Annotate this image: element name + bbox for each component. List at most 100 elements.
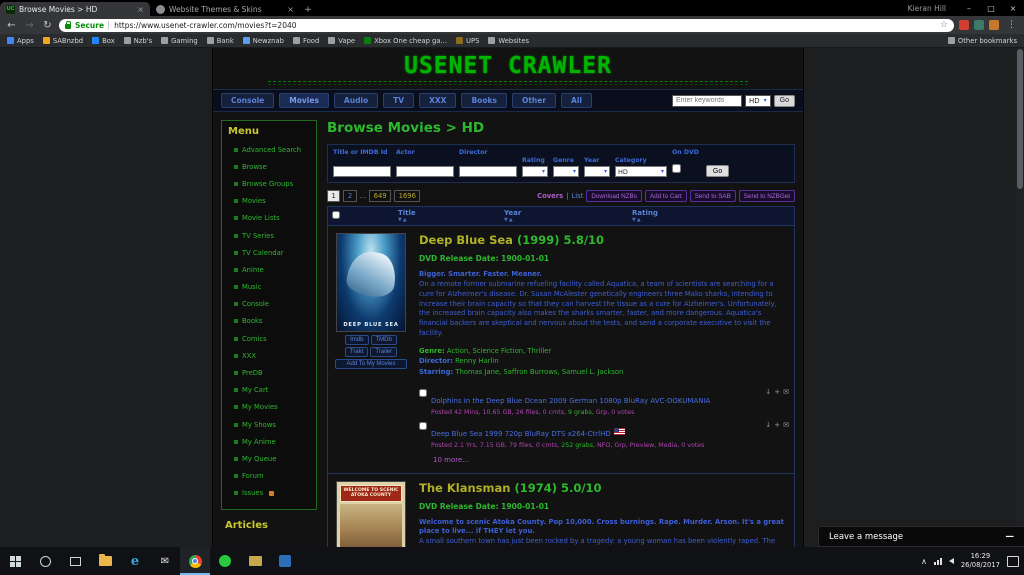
hidden-icons-chevron[interactable]: ∧ — [921, 557, 927, 566]
list-view-link[interactable]: List — [571, 192, 583, 200]
reload-icon[interactable]: ↻ — [41, 20, 54, 31]
green-circle-app-button[interactable] — [210, 547, 240, 575]
sidebar-item-books[interactable]: Books — [226, 313, 312, 330]
back-icon[interactable]: ← — [5, 20, 18, 31]
download-nzbs-button[interactable]: Download NZBs — [586, 190, 642, 202]
genre-select[interactable]: ▾ — [553, 166, 579, 177]
send-icon[interactable]: ✉ — [783, 421, 789, 429]
search-category-select[interactable]: HD ▾ — [744, 94, 771, 107]
page-total-button[interactable]: 1696 — [394, 190, 421, 202]
add-to-cart-button[interactable]: Add to Cart — [644, 190, 687, 202]
start-button[interactable] — [0, 547, 30, 575]
bookmark-websites[interactable]: Websites — [488, 37, 529, 45]
nav-other[interactable]: Other — [511, 93, 557, 108]
cortana-search-button[interactable] — [30, 547, 60, 575]
sidebar-item-my-shows[interactable]: My Shows — [226, 416, 312, 433]
volume-icon[interactable] — [948, 558, 954, 564]
maximize-button[interactable]: □ — [980, 0, 1002, 16]
sidebar-item-my-movies[interactable]: My Movies — [226, 399, 312, 416]
task-view-button[interactable] — [60, 547, 90, 575]
secure-label[interactable]: Secure — [75, 21, 104, 30]
tab-website-themes[interactable]: Website Themes & Skins × — [150, 2, 300, 16]
sidebar-item-my-queue[interactable]: My Queue — [226, 450, 312, 467]
sidebar-item-movie-lists[interactable]: Movie Lists — [226, 210, 312, 227]
nav-all[interactable]: All — [561, 93, 592, 108]
chat-minimize-icon[interactable]: — — [1006, 532, 1015, 542]
extension-icon[interactable] — [959, 20, 969, 30]
actor-input[interactable] — [396, 166, 454, 177]
url-text[interactable]: https://www.usenet-crawler.com/movies?t=… — [108, 20, 936, 30]
close-button[interactable]: × — [1002, 0, 1024, 16]
page-2-button[interactable]: 2 — [343, 190, 357, 202]
browser-menu-icon[interactable]: ⋮ — [1004, 20, 1019, 30]
sidebar-item-my-anime[interactable]: My Anime — [226, 433, 312, 450]
bookmark-apps[interactable]: Apps — [7, 37, 34, 45]
folder-app-button[interactable] — [240, 547, 270, 575]
movie-title-link[interactable]: Deep Blue Sea — [419, 233, 513, 247]
bookmark-sabnzbd[interactable]: SABnzbd — [42, 37, 83, 45]
send-to-sab-button[interactable]: Send to SAB — [689, 190, 736, 202]
sidebar-item-issues[interactable]: Issues — [226, 485, 312, 502]
sidebar-item-browse[interactable]: Browse — [226, 158, 312, 175]
sidebar-item-comics[interactable]: Comics — [226, 330, 312, 347]
network-icon[interactable] — [933, 557, 942, 565]
imdb-button[interactable]: Imdb — [345, 335, 369, 345]
on-dvd-checkbox[interactable] — [672, 164, 681, 173]
bookmark-star-icon[interactable]: ☆ — [940, 20, 948, 30]
bookmark-nzbs[interactable]: Nzb's — [123, 37, 152, 45]
category-select[interactable]: HD ▾ — [615, 166, 667, 177]
site-logo[interactable]: USENET CRAWLER — [213, 48, 803, 80]
mail-button[interactable]: ✉ — [150, 547, 180, 575]
bookmark-vape[interactable]: Vape — [328, 37, 355, 45]
sidebar-item-anime[interactable]: Anime — [226, 261, 312, 278]
forward-icon[interactable]: → — [23, 20, 36, 31]
director-value[interactable]: Renny Harlin — [455, 357, 499, 365]
action-center-icon[interactable] — [1007, 555, 1019, 567]
sidebar-item-music[interactable]: Music — [226, 279, 312, 296]
rating-column-header[interactable]: Rating ▼▲ — [632, 209, 790, 223]
cart-icon[interactable]: + — [774, 421, 780, 429]
covers-view-link[interactable]: Covers — [537, 192, 563, 200]
year-select[interactable]: ▾ — [584, 166, 610, 177]
sort-arrows-icon[interactable]: ▼▲ — [398, 217, 504, 223]
file-explorer-button[interactable] — [90, 547, 120, 575]
nav-console[interactable]: Console — [221, 93, 275, 108]
page-1-button[interactable]: 1 — [327, 190, 341, 202]
movie-title-link[interactable]: The Klansman — [419, 481, 510, 495]
trakt-button[interactable]: Trakt — [344, 347, 369, 357]
send-to-nzbget-button[interactable]: Send to NZBGet — [738, 190, 795, 202]
download-icon[interactable]: ↓ — [765, 388, 771, 396]
director-input[interactable] — [459, 166, 517, 177]
sidebar-item-tv-series[interactable]: TV Series — [226, 227, 312, 244]
nav-tv[interactable]: TV — [383, 93, 415, 108]
movie-poster[interactable]: DEEP BLUE SEA — [336, 233, 406, 332]
starring-value[interactable]: Thomas Jane, Saffron Burrows, Samuel L. … — [455, 368, 623, 376]
new-tab-button[interactable]: + — [300, 4, 316, 16]
add-to-my-movies-button[interactable]: Add To My Movies — [334, 359, 408, 369]
bookmark-xbox[interactable]: Xbox One cheap ga... — [364, 37, 447, 45]
tab-close-icon[interactable]: × — [287, 5, 294, 14]
filter-go-button[interactable]: Go — [705, 165, 730, 177]
page-649-button[interactable]: 649 — [369, 190, 392, 202]
rating-select[interactable]: ▾ — [522, 166, 548, 177]
select-all-checkbox[interactable] — [332, 211, 340, 219]
other-bookmarks[interactable]: Other bookmarks — [947, 37, 1017, 45]
extension-icon[interactable] — [974, 20, 984, 30]
profile-name[interactable]: Kieran Hill — [908, 4, 946, 13]
blue-app-button[interactable] — [270, 547, 300, 575]
search-go-button[interactable]: Go — [773, 94, 795, 107]
title-column-header[interactable]: Title ▼▲ — [398, 209, 504, 223]
sort-arrows-icon[interactable]: ▼▲ — [504, 217, 632, 223]
release-link[interactable]: Deep Blue Sea 1999 720p BluRay DTS x264-… — [431, 430, 611, 438]
minimize-button[interactable]: – — [958, 0, 980, 16]
sidebar-item-console[interactable]: Console — [226, 296, 312, 313]
scrollbar-thumb[interactable] — [1017, 49, 1023, 189]
release-link[interactable]: Dolphins in the Deep Blue Ocean 2009 Ger… — [431, 397, 710, 405]
sidebar-item-my-cart[interactable]: My Cart — [226, 382, 312, 399]
chrome-button[interactable] — [180, 547, 210, 575]
sidebar-item-browse-groups[interactable]: Browse Groups — [226, 175, 312, 192]
address-bar[interactable]: Secure https://www.usenet-crawler.com/mo… — [59, 18, 954, 32]
sidebar-item-movies[interactable]: Movies — [226, 193, 312, 210]
year-column-header[interactable]: Year ▼▲ — [504, 209, 632, 223]
nav-books[interactable]: Books — [461, 93, 507, 108]
